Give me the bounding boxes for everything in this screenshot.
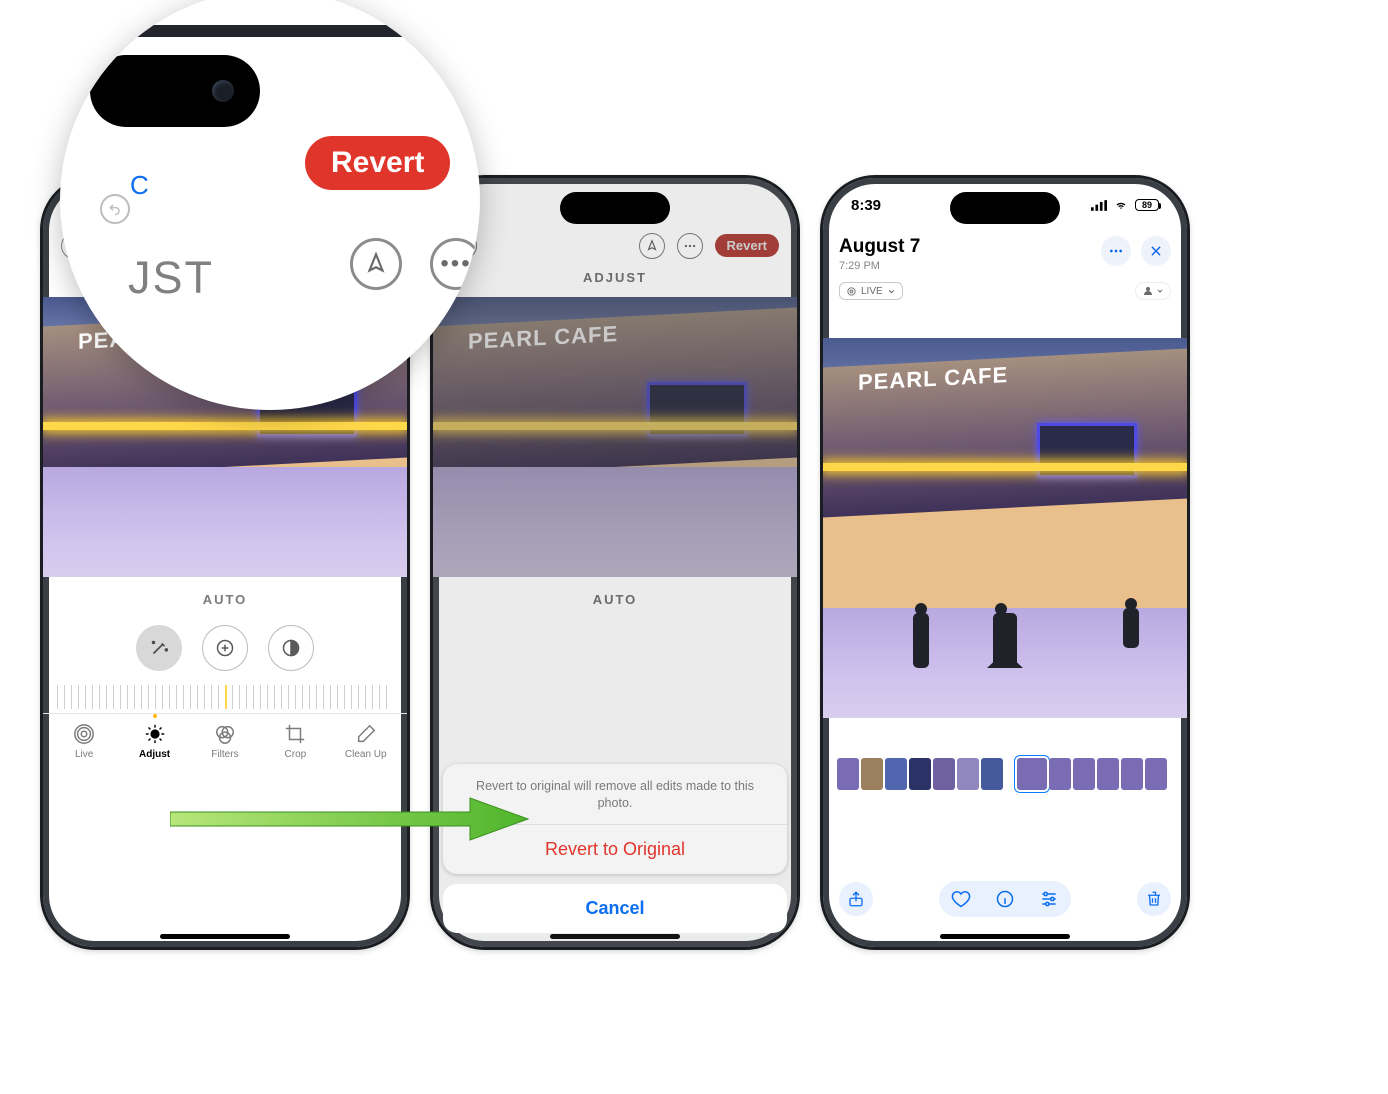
live-photo-chip[interactable]: LIVE <box>839 282 903 300</box>
thumb[interactable] <box>909 758 931 790</box>
cancel-partial-text: C <box>130 170 149 201</box>
tab-label: Live <box>75 749 93 760</box>
delete-button[interactable] <box>1137 882 1171 916</box>
phone-photo-viewer: 8:39 89 August 7 7:29 PM LIV <box>820 175 1190 950</box>
thumb[interactable] <box>1073 758 1095 790</box>
eraser-icon <box>354 722 378 746</box>
tab-cleanup[interactable]: Clean Up <box>336 722 396 760</box>
wifi-icon <box>1113 199 1129 211</box>
filters-icon <box>213 722 237 746</box>
power-button <box>1189 378 1190 468</box>
auto-row: AUTO <box>43 577 407 615</box>
volume-button <box>40 318 41 353</box>
adjust-slider[interactable] <box>57 685 393 709</box>
markup-icon <box>350 238 402 290</box>
battery-icon: 89 <box>1135 199 1159 211</box>
adjust-partial-text: JST <box>128 252 214 304</box>
thumb[interactable] <box>981 758 1003 790</box>
status-time: 8:39 <box>851 197 881 214</box>
photo-time-subtitle: 7:29 PM <box>839 260 920 272</box>
thumb[interactable] <box>957 758 979 790</box>
tab-crop[interactable]: Crop <box>265 722 325 760</box>
thumb[interactable] <box>885 758 907 790</box>
tab-label: Clean Up <box>345 749 387 760</box>
thumb[interactable] <box>837 758 859 790</box>
dynamic-island <box>90 55 260 127</box>
home-indicator[interactable] <box>160 934 290 939</box>
revert-to-original-button[interactable]: Revert to Original <box>443 825 787 874</box>
auto-enhance-button[interactable] <box>136 625 182 671</box>
tab-label: Adjust <box>139 749 170 760</box>
photo-date-title: August 7 <box>839 236 920 258</box>
info-button[interactable] <box>995 889 1015 909</box>
thumb-gap <box>1005 758 1015 790</box>
edit-button[interactable] <box>1039 889 1059 909</box>
favorite-button[interactable] <box>951 889 971 909</box>
meta-row: LIVE <box>823 278 1187 308</box>
tab-live[interactable]: Live <box>54 722 114 760</box>
exposure-button[interactable] <box>202 625 248 671</box>
thumb[interactable] <box>1097 758 1119 790</box>
people-chip[interactable] <box>1135 282 1171 300</box>
revert-button-zoom: Revert <box>305 136 450 190</box>
undo-icon <box>100 194 130 224</box>
sheet-message: Revert to original will remove all edits… <box>443 764 787 825</box>
tab-label: Filters <box>211 749 238 760</box>
thumb[interactable] <box>1145 758 1167 790</box>
adjust-tools <box>43 615 407 675</box>
live-icon <box>72 722 96 746</box>
thumb[interactable] <box>1121 758 1143 790</box>
actions-menu-button[interactable] <box>1101 236 1131 266</box>
thumbnail-strip[interactable] <box>823 756 1187 792</box>
tab-label: Crop <box>285 749 307 760</box>
thumb[interactable] <box>1049 758 1071 790</box>
tab-adjust[interactable]: Adjust <box>125 722 185 760</box>
adjust-icon <box>143 722 167 746</box>
status-bar: 8:39 89 <box>823 194 1187 216</box>
viewer-toolbar <box>839 881 1171 917</box>
volume-button <box>820 363 821 423</box>
thumb-selected[interactable] <box>1017 758 1047 790</box>
cellular-icon <box>1091 200 1107 211</box>
volume-button <box>40 433 41 493</box>
thumb[interactable] <box>933 758 955 790</box>
auto-label: AUTO <box>203 592 248 607</box>
volume-button <box>820 433 821 493</box>
phone-editor-sheet: Revert ADJUST PEARL CAFE AUTO Revert to … <box>430 175 800 950</box>
action-sheet: Revert to original will remove all edits… <box>443 764 787 933</box>
volume-button <box>430 433 431 493</box>
close-button[interactable] <box>1141 236 1171 266</box>
tab-filters[interactable]: Filters <box>195 722 255 760</box>
crop-icon <box>283 722 307 746</box>
power-button <box>799 378 800 468</box>
volume-button <box>820 318 821 353</box>
home-indicator[interactable] <box>940 934 1070 939</box>
share-button[interactable] <box>839 882 873 916</box>
center-actions <box>939 881 1071 917</box>
thumb[interactable] <box>861 758 883 790</box>
brilliance-button[interactable] <box>268 625 314 671</box>
cancel-button[interactable]: Cancel <box>443 884 787 933</box>
dynamic-island <box>560 192 670 224</box>
editor-tabbar: Live Adjust Filters Crop Clean Up <box>43 713 407 760</box>
photo-full[interactable]: PEARL CAFE <box>823 338 1187 718</box>
volume-button <box>40 363 41 423</box>
magnifier-callout: C Revert JST ••• <box>60 0 480 410</box>
more-icon: ••• <box>430 238 480 290</box>
